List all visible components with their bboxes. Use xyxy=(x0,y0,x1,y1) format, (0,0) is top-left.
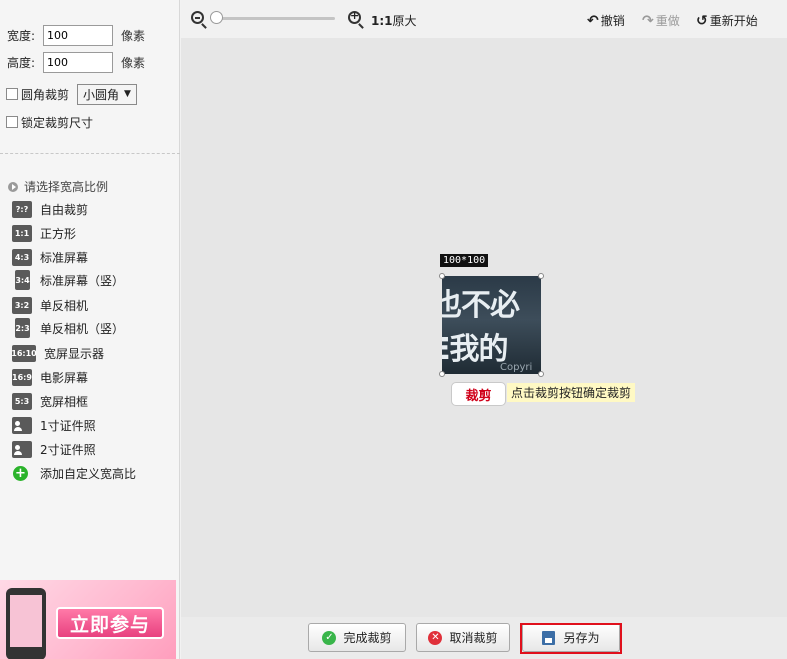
ratio-header: 请选择宽高比例 xyxy=(8,178,108,195)
id-photo-icon xyxy=(12,440,32,458)
height-unit: 像素 xyxy=(121,55,146,70)
original-size-label: 原大 xyxy=(392,14,417,28)
image-text-line2: E我的 xyxy=(442,332,508,367)
finish-crop-button[interactable]: ✓ 完成裁剪 xyxy=(308,623,406,652)
save-as-highlight xyxy=(520,623,622,654)
lock-size-row: 锁定裁剪尺寸 xyxy=(6,111,93,133)
ratio-3-2-icon: 3:2 xyxy=(12,296,32,314)
ratio-item-3-2[interactable]: 3:2 单反相机 xyxy=(12,295,88,315)
ratio-item-16-10[interactable]: 16:10 宽屏显示器 xyxy=(11,343,105,363)
crop-size-tag: 100*100 xyxy=(440,254,489,267)
ratio-label: 电影屏幕 xyxy=(40,370,89,385)
undo-button[interactable]: ↶ 撤销 xyxy=(587,12,625,29)
bottom-bar: ✓ 完成裁剪 ✕ 取消裁剪 另存为 xyxy=(181,617,787,659)
zoom-slider[interactable] xyxy=(213,17,335,20)
ratio-2-3-icon: 2:3 xyxy=(15,318,30,338)
undo-icon: ↶ xyxy=(587,12,599,29)
ratio-label: 标准屏幕（竖） xyxy=(40,273,125,288)
ratio-label: 1寸证件照 xyxy=(40,418,96,433)
ratio-label: 宽屏相框 xyxy=(40,394,89,409)
height-input[interactable] xyxy=(43,51,113,73)
ratio-label: 正方形 xyxy=(40,226,77,241)
ratio-4-3-icon: 4:3 xyxy=(12,248,32,266)
ratio-label: 宽屏显示器 xyxy=(44,346,105,361)
redo-label: 重做 xyxy=(655,14,680,28)
id-photo-icon xyxy=(12,416,32,434)
ratio-16-9-icon: 16:9 xyxy=(12,368,32,386)
ratio-label: 标准屏幕 xyxy=(40,250,89,265)
crop-handle-bottom-left[interactable] xyxy=(439,371,445,377)
chevron-down-icon: ▼ xyxy=(124,89,131,99)
ratio-item-2-3[interactable]: 2:3 单反相机（竖） xyxy=(12,318,124,338)
width-label: 宽度: xyxy=(7,28,36,43)
image-text-line3: Copyri xyxy=(500,362,533,373)
cancel-icon: ✕ xyxy=(428,630,443,645)
top-toolbar: 1:1原大 ↶ 撤销 ↷ 重做 ↺ 重新开始 xyxy=(181,0,787,38)
undo-label: 撤销 xyxy=(600,14,625,28)
height-label: 高度: xyxy=(7,55,36,70)
ratio-header-label: 请选择宽高比例 xyxy=(24,180,109,194)
ratio-label: 2寸证件照 xyxy=(40,442,96,457)
ratio-16-10-icon: 16:10 xyxy=(11,344,37,362)
cancel-crop-button[interactable]: ✕ 取消裁剪 xyxy=(416,623,510,652)
lock-size-checkbox[interactable] xyxy=(6,116,18,128)
ratio-label: 添加自定义宽高比 xyxy=(40,466,137,481)
reset-label: 重新开始 xyxy=(709,14,758,28)
round-crop-row: 圆角裁剪 小圆角 ▼ xyxy=(6,83,137,105)
zoom-slider-knob[interactable] xyxy=(210,11,223,24)
round-crop-checkbox[interactable] xyxy=(6,88,18,100)
crop-handle-top-right[interactable] xyxy=(538,273,544,279)
ratio-label: 单反相机 xyxy=(40,298,89,313)
reset-icon: ↺ xyxy=(696,12,708,29)
original-size-button[interactable]: 1:1原大 xyxy=(371,12,417,29)
add-custom-ratio[interactable]: + 添加自定义宽高比 xyxy=(12,463,136,483)
width-input[interactable] xyxy=(43,24,113,46)
round-style-value: 小圆角 xyxy=(83,87,120,102)
ratio-item-5-3[interactable]: 5:3 宽屏相框 xyxy=(12,391,88,411)
lock-size-label: 锁定裁剪尺寸 xyxy=(21,115,94,130)
ratio-item-1-inch-id[interactable]: 1寸证件照 xyxy=(12,415,96,435)
ratio-bold-label: 1:1 xyxy=(371,14,393,28)
image-text-line1: 也不必 xyxy=(442,288,520,323)
ratio-item-16-9[interactable]: 16:9 电影屏幕 xyxy=(12,367,88,387)
add-icon: + xyxy=(13,465,28,481)
height-row: 高度: 像素 xyxy=(7,51,145,73)
editor-canvas: 100*100 也不必 E我的 Copyri 裁剪 点击裁剪按钮确定裁剪 xyxy=(181,38,787,617)
divider xyxy=(0,153,180,154)
width-unit: 像素 xyxy=(121,28,146,43)
round-crop-label: 圆角裁剪 xyxy=(21,87,70,102)
ratio-free-icon: ?:? xyxy=(12,200,32,218)
redo-button[interactable]: ↷ 重做 xyxy=(642,12,680,29)
ad-banner[interactable]: 立即参与 xyxy=(0,580,176,659)
crop-hint: 点击裁剪按钮确定裁剪 xyxy=(507,383,636,402)
check-icon: ✓ xyxy=(322,630,337,645)
redo-icon: ↷ xyxy=(642,12,654,29)
crop-region[interactable]: 也不必 E我的 Copyri xyxy=(442,276,541,374)
ratio-item-2-inch-id[interactable]: 2寸证件照 xyxy=(12,439,96,459)
crop-button[interactable]: 裁剪 xyxy=(451,382,506,406)
ratio-label: 单反相机（竖） xyxy=(40,321,125,336)
ratio-item-free[interactable]: ?:? 自由裁剪 xyxy=(12,199,88,219)
ratio-item-3-4[interactable]: 3:4 标准屏幕（竖） xyxy=(12,270,124,290)
ratio-5-3-icon: 5:3 xyxy=(12,392,32,410)
reset-button[interactable]: ↺ 重新开始 xyxy=(696,12,758,29)
round-style-select[interactable]: 小圆角 ▼ xyxy=(77,83,137,105)
zoom-in-icon[interactable] xyxy=(348,9,361,24)
ratio-label: 自由裁剪 xyxy=(40,202,89,217)
ratio-1-1-icon: 1:1 xyxy=(12,224,32,242)
ad-join-button[interactable]: 立即参与 xyxy=(56,607,164,639)
zoom-out-icon[interactable] xyxy=(191,11,204,24)
width-row: 宽度: 像素 xyxy=(7,24,145,46)
finish-crop-label: 完成裁剪 xyxy=(343,631,392,645)
ratio-item-square[interactable]: 1:1 正方形 xyxy=(12,223,76,243)
crop-handle-bottom-right[interactable] xyxy=(538,371,544,377)
play-circle-icon xyxy=(8,181,18,192)
crop-handle-top-left[interactable] xyxy=(439,273,445,279)
left-panel: 宽度: 像素 高度: 像素 圆角裁剪 小圆角 ▼ 锁定裁剪尺寸 请选择宽高比例 … xyxy=(0,0,180,659)
ratio-item-4-3[interactable]: 4:3 标准屏幕 xyxy=(12,247,88,267)
ratio-3-4-icon: 3:4 xyxy=(15,270,30,290)
phone-image xyxy=(6,588,46,659)
cancel-crop-label: 取消裁剪 xyxy=(449,631,498,645)
